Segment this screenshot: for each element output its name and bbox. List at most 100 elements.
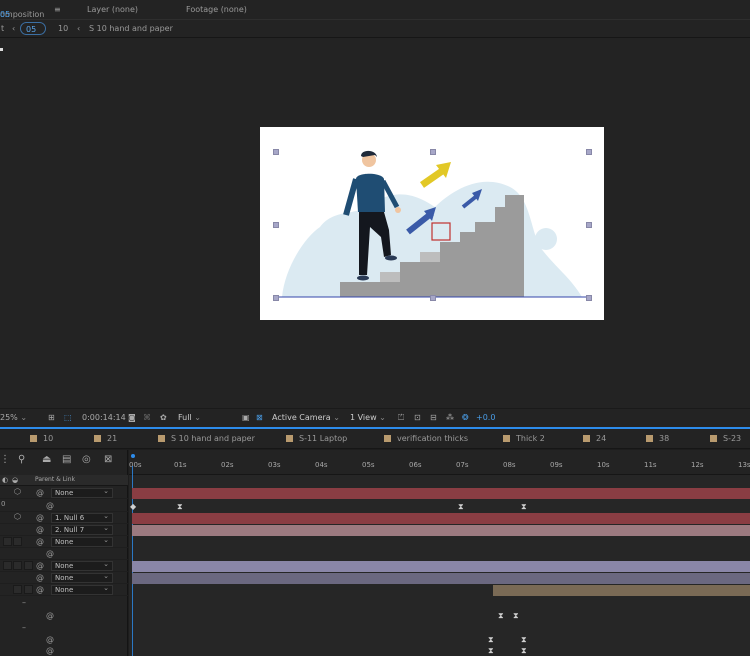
layer-switch[interactable]: [13, 537, 22, 546]
breadcrumb-comp-10[interactable]: 10: [58, 24, 68, 33]
panel-menu-icon[interactable]: ≡: [54, 5, 61, 14]
marker-item[interactable]: 10: [30, 434, 53, 444]
pick-whip-icon[interactable]: @: [46, 646, 54, 655]
pick-whip-icon[interactable]: @: [36, 537, 44, 546]
grid-icon[interactable]: ⊞: [48, 413, 55, 422]
layer-switch[interactable]: [3, 537, 12, 546]
layer-row[interactable]: ⬡ @ 1. Null 6: [0, 512, 128, 524]
layer-row[interactable]: @: [0, 548, 128, 560]
resolution-dropdown[interactable]: Full: [178, 413, 201, 422]
views-dropdown[interactable]: 1 View: [350, 413, 386, 422]
layer-duration-bar[interactable]: [132, 488, 750, 499]
keyframe-icon[interactable]: ◆: [130, 503, 136, 511]
flowchart-icon[interactable]: ⁂: [446, 413, 454, 422]
layer-switch[interactable]: [13, 585, 22, 594]
marker-item[interactable]: Thick 2: [503, 434, 545, 444]
parent-dropdown[interactable]: None: [51, 536, 113, 547]
transform-handle[interactable]: [273, 295, 279, 301]
pick-whip-icon[interactable]: @: [36, 585, 44, 594]
region-of-interest-icon[interactable]: ▣: [242, 413, 250, 422]
keyframe-icon[interactable]: ⧗: [488, 647, 494, 655]
lock-column-icon[interactable]: ◒: [12, 476, 18, 484]
keyframe-icon[interactable]: ⧗: [521, 636, 527, 644]
pick-whip-icon[interactable]: @: [46, 501, 54, 510]
draft-3d-icon[interactable]: ⚲: [18, 454, 25, 465]
keyframe-icon[interactable]: ⧗: [488, 636, 494, 644]
time-value[interactable]: 0: [1, 500, 5, 508]
timeline-icon[interactable]: ⊟: [430, 413, 437, 422]
marker-item[interactable]: S 10 hand and paper: [158, 434, 255, 444]
breadcrumb-active-comp[interactable]: 05: [20, 22, 46, 35]
tab-footage[interactable]: Footage (none): [186, 5, 247, 14]
layer-duration-bar[interactable]: [132, 525, 750, 536]
parent-dropdown[interactable]: None: [51, 572, 113, 583]
current-time-indicator[interactable]: [131, 454, 135, 458]
menu-icon[interactable]: ⋮: [0, 454, 10, 465]
layer-row[interactable]: @: [0, 645, 128, 656]
composition-canvas[interactable]: [260, 127, 604, 320]
pick-whip-icon[interactable]: @: [46, 549, 54, 558]
transform-handle[interactable]: [273, 149, 279, 155]
layer-name-null-7[interactable]: 2. Null 7: [51, 524, 113, 535]
layer-3d-icon[interactable]: ⬡: [14, 487, 21, 496]
transparency-grid-icon[interactable]: ⊠: [256, 413, 263, 422]
keyframe-icon[interactable]: ⧗: [458, 503, 464, 511]
layer-duration-bar[interactable]: [132, 561, 750, 572]
graph-editor-icon[interactable]: ⊠: [104, 454, 112, 465]
pick-whip-icon[interactable]: @: [46, 611, 54, 620]
tab-layer[interactable]: Layer (none): [87, 5, 138, 14]
camera-dropdown[interactable]: Active Camera: [272, 413, 340, 422]
timeline-graph[interactable]: [129, 450, 750, 656]
time-ruler[interactable]: 00s 01s 02s 03s 04s 05s 06s 07s 08s 09s …: [129, 450, 750, 475]
layer-switch[interactable]: [13, 561, 22, 570]
layer-row[interactable]: @ None: [0, 584, 128, 596]
zoom-dropdown[interactable]: 25%: [0, 413, 27, 422]
keyframe-icon[interactable]: ⧗: [513, 612, 519, 620]
transform-handle[interactable]: [430, 149, 436, 155]
reset-exposure-icon[interactable]: ❂: [462, 413, 469, 422]
layer-row[interactable]: –: [0, 598, 128, 610]
solo-column-icon[interactable]: ◐: [2, 476, 8, 484]
keyframe-icon[interactable]: ⧗: [521, 647, 527, 655]
marker-item[interactable]: verification thicks: [384, 434, 468, 444]
pick-whip-icon[interactable]: @: [36, 561, 44, 570]
marker-item[interactable]: 38: [646, 434, 669, 444]
timecode[interactable]: 0:00:14:14: [82, 413, 126, 422]
layer-row[interactable]: @ None: [0, 536, 128, 548]
layer-row[interactable]: ⬡ @ None: [0, 487, 128, 499]
pick-whip-icon[interactable]: @: [36, 488, 44, 497]
layer-row[interactable]: @ 2. Null 7: [0, 524, 128, 536]
transform-handle[interactable]: [586, 149, 592, 155]
transform-handle[interactable]: [273, 222, 279, 228]
marker-item[interactable]: 21: [94, 434, 117, 444]
keyframe-icon[interactable]: ⧗: [521, 503, 527, 511]
keyframe-icon[interactable]: ⧗: [177, 503, 183, 511]
show-snapshot-icon[interactable]: ⌘: [143, 413, 151, 422]
keyframe-icon[interactable]: ⧗: [498, 612, 504, 620]
pick-whip-icon[interactable]: @: [46, 635, 54, 644]
layer-switch[interactable]: [24, 585, 33, 594]
pick-whip-icon[interactable]: @: [36, 525, 44, 534]
marker-item[interactable]: S-23: [710, 434, 741, 444]
frame-blending-icon[interactable]: ▤: [62, 454, 71, 465]
color-channels-icon[interactable]: ✿: [160, 413, 167, 422]
exposure-value[interactable]: +0.0: [476, 413, 495, 422]
pick-whip-icon[interactable]: @: [36, 513, 44, 522]
layer-switch[interactable]: [24, 561, 33, 570]
parent-dropdown[interactable]: None: [51, 584, 113, 595]
transform-handle[interactable]: [586, 295, 592, 301]
layer-row[interactable]: @ None: [0, 572, 128, 584]
breadcrumb-comp-s10[interactable]: S 10 hand and paper: [89, 24, 173, 33]
breadcrumb-back-icon[interactable]: ‹: [12, 24, 15, 33]
fast-previews-icon[interactable]: ⊡: [414, 413, 421, 422]
layer-name-null-6[interactable]: 1. Null 6: [51, 512, 113, 523]
mask-visibility-icon[interactable]: ⬚: [64, 413, 72, 422]
pick-whip-icon[interactable]: @: [36, 573, 44, 582]
toggle-pixel-icon[interactable]: ⏍: [398, 413, 404, 423]
layer-row[interactable]: @: [0, 610, 128, 622]
marker-item[interactable]: S-11 Laptop: [286, 434, 347, 444]
layer-3d-icon[interactable]: ⬡: [14, 512, 21, 521]
transform-handle[interactable]: [430, 295, 436, 301]
layer-duration-bar[interactable]: [493, 585, 750, 596]
snapshot-icon[interactable]: ◙: [128, 413, 136, 422]
